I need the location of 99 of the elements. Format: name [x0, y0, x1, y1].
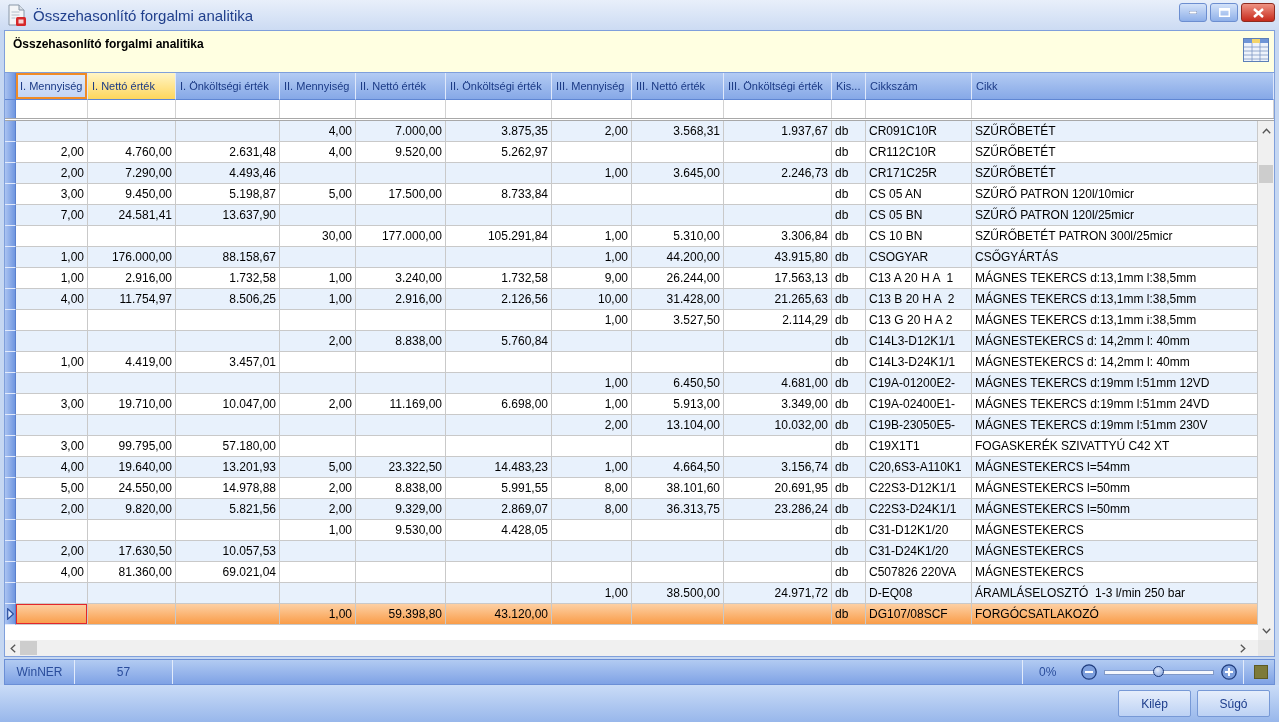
document-icon — [7, 4, 27, 26]
row-header[interactable] — [5, 268, 16, 289]
table-cell: FORGÓCSATLAKOZÓ — [972, 604, 1258, 625]
zoom-out-icon[interactable] — [1081, 664, 1097, 680]
status-label: 57 — [75, 660, 173, 684]
column-header[interactable]: III. Mennyiség — [552, 73, 632, 100]
table-cell: 59.398,80 — [356, 604, 446, 625]
table-cell: db — [832, 604, 866, 625]
row-pointer-icon — [6, 608, 14, 620]
help-button[interactable]: Súgó — [1197, 690, 1270, 717]
window-title: Összehasonlító forgalmi analitika — [33, 6, 254, 24]
table-row[interactable]: 1,00 4.419,00 3.457,01 db C14L3-D24K1/1 MÁGNESTEKERCS d: 14,2mm l: 40mm — [5, 352, 1258, 373]
column-header[interactable]: I. Mennyiség — [16, 73, 88, 100]
table-row[interactable]: 1,00 176.000,00 88.158,67 1,00 44.200,00 43.915,80 db CSOGYAR CSŐGYÁRTÁS — [5, 247, 1258, 268]
column-header[interactable]: I. Nettó érték — [88, 73, 176, 100]
column-header[interactable]: II. Nettó érték — [356, 73, 446, 100]
column-header[interactable]: I. Önköltségi érték — [176, 73, 280, 100]
table-cell: 1,00 — [280, 604, 356, 625]
horizontal-scrollbar[interactable] — [5, 640, 1258, 656]
table-row[interactable]: 5,00 24.550,00 14.978,88 2,00 8.838,00 5.991,55 8,00 38.101,60 20.691,95 db C22S3-D12K1/1 MÁGNESTEKERCS l=50mm — [5, 478, 1258, 499]
row-header[interactable] — [5, 352, 16, 373]
scrollbar-corner — [1258, 640, 1274, 656]
column-header[interactable]: Cikk — [972, 73, 1274, 100]
table-row[interactable]: 3,00 19.710,00 10.047,00 2,00 11.169,00 6.698,00 1,00 5.913,00 3.349,00 db C19A-02400E1- MÁGNES TEKERCS d:19mm l:51mm 24VD — [5, 394, 1258, 415]
exit-button[interactable]: Kilép — [1118, 690, 1191, 717]
chevron-down-icon[interactable] — [1261, 628, 1271, 634]
table-cell: 43.120,00 — [446, 604, 552, 625]
row-header[interactable] — [5, 499, 16, 520]
table-row[interactable]: 3,00 99.795,00 57.180,00 db C19X1T1 FOGASKERÉK SZIVATTYÚ C42 XT — [5, 436, 1258, 457]
table-row[interactable]: 1,00 2.916,00 1.732,58 1,00 3.240,00 1.732,58 9,00 26.244,00 17.563,13 db C13 A 20 H A 1 MÁGNES TEKERCS d:13,1mm l:38,5mm — [5, 268, 1258, 289]
chevron-left-icon[interactable] — [10, 643, 16, 653]
column-header[interactable]: II. Mennyiség — [280, 73, 356, 100]
table-row[interactable]: 4,00 19.640,00 13.201,93 5,00 23.322,50 14.483,23 1,00 4.664,50 3.156,74 db C20,6S3-A110K1 MÁGNESTEKERCS l=54mm — [5, 457, 1258, 478]
column-header[interactable]: Cikkszám — [866, 73, 972, 100]
row-header[interactable] — [5, 562, 16, 583]
close-button[interactable] — [1241, 3, 1275, 22]
row-header[interactable] — [5, 226, 16, 247]
maximize-icon — [1218, 8, 1230, 17]
row-header[interactable] — [5, 289, 16, 310]
row-header[interactable] — [5, 436, 16, 457]
close-icon — [1252, 7, 1264, 18]
row-header[interactable] — [5, 604, 16, 625]
table-row[interactable]: 7,00 24.581,41 13.637,90 db CS 05 BN SZŰRŐ PATRON 120l/25micr — [5, 205, 1258, 226]
table-row[interactable]: 4,00 81.360,00 69.021,04 db C507826 220VA MÁGNESTEKERCS — [5, 562, 1258, 583]
status-label: WinNER — [5, 660, 75, 684]
table-row[interactable]: 30,00 177.000,00 105.291,84 1,00 5.310,00 3.306,84 db CS 10 BN SZŰRŐBETÉT PATRON 300l/25micr — [5, 226, 1258, 247]
row-header[interactable] — [5, 121, 16, 142]
row-header[interactable] — [5, 184, 16, 205]
table-row[interactable]: 2,00 4.760,00 2.631,48 4,00 9.520,00 5.262,97 db CR112C10R SZŰRŐBETÉT — [5, 142, 1258, 163]
table-row[interactable]: 1,00 6.450,50 4.681,00 db C19A-01200E2- MÁGNES TEKERCS d:19mm l:51mm 12VD — [5, 373, 1258, 394]
table-cell: DG107/08SCF — [866, 604, 972, 625]
chevron-right-icon[interactable] — [1240, 643, 1246, 653]
table-row[interactable]: 3,00 9.450,00 5.198,87 5,00 17.500,00 8.733,84 db CS 05 AN SZŰRŐ PATRON 120l/10micr — [5, 184, 1258, 205]
scrollbar-thumb[interactable] — [1259, 165, 1273, 183]
minimize-button[interactable] — [1179, 3, 1207, 22]
table-row[interactable]: 1,00 38.500,00 24.971,72 db D-EQ08 ÁRAMLÁSELOSZTÓ 1-3 l/min 250 bar — [5, 583, 1258, 604]
scrollbar-thumb[interactable] — [20, 641, 37, 655]
row-header[interactable] — [5, 163, 16, 184]
minimize-icon — [1189, 11, 1197, 14]
zoom-slider-thumb[interactable] — [1153, 665, 1164, 677]
table-row[interactable]: 4,00 11.754,97 8.506,25 1,00 2.916,00 2.126,56 10,00 31.428,00 21.265,63 db C13 B 20 H A 2 MÁGNES TEKERCS d:13,1mm l:38,5mm — [5, 289, 1258, 310]
table-icon[interactable] — [1243, 38, 1269, 62]
column-header[interactable]: II. Önköltségi érték — [446, 73, 552, 100]
row-header[interactable] — [5, 478, 16, 499]
row-header[interactable] — [5, 457, 16, 478]
column-header[interactable]: III. Önköltségi érték — [724, 73, 832, 100]
table-row[interactable]: 2,00 17.630,50 10.057,53 db C31-D24K1/20 MÁGNESTEKERCS — [5, 541, 1258, 562]
zoom-in-icon[interactable] — [1221, 664, 1237, 680]
table-row[interactable]: 2,00 8.838,00 5.760,84 db C14L3-D12K1/1 MÁGNESTEKERCS d: 14,2mm l: 40mm — [5, 331, 1258, 352]
row-header[interactable] — [5, 415, 16, 436]
row-header[interactable] — [5, 583, 16, 604]
chevron-up-icon[interactable] — [1261, 128, 1271, 134]
column-header[interactable]: Kis... — [832, 73, 866, 100]
column-header[interactable]: III. Nettó érték — [632, 73, 724, 100]
maximize-button[interactable] — [1210, 3, 1238, 22]
current-cell[interactable] — [16, 604, 88, 625]
filter-row-header — [5, 100, 16, 118]
square-icon[interactable] — [1254, 665, 1268, 679]
table-row[interactable]: 4,00 7.000,00 3.875,35 2,00 3.568,31 1.937,67 db CR091C10R SZŰRŐBETÉT — [5, 121, 1258, 142]
row-header[interactable] — [5, 205, 16, 226]
row-header[interactable] — [5, 520, 16, 541]
row-header[interactable] — [5, 331, 16, 352]
table-row[interactable]: 2,00 9.820,00 5.821,56 2,00 9.329,00 2.869,07 8,00 36.313,75 23.286,24 db C22S3-D24K1/1 MÁGNESTEKERCS l=50mm — [5, 499, 1258, 520]
row-header[interactable] — [5, 541, 16, 562]
vertical-scrollbar[interactable] — [1258, 121, 1274, 640]
table-row[interactable]: 2,00 13.104,00 10.032,00 db C19B-23050E5- MÁGNES TEKERCS d:19mm l:51mm 230V — [5, 415, 1258, 436]
table-row[interactable]: 1,00 59.398,80 43.120,00 db DG107/08SCF FORGÓCSATLAKOZÓ — [5, 604, 1258, 625]
table-row[interactable]: 1,00 3.527,50 2.114,29 db C13 G 20 H A 2 MÁGNES TEKERCS d:13,1mm i:38,5mm — [5, 310, 1258, 331]
zoom-slider-track[interactable] — [1104, 669, 1214, 675]
row-header[interactable] — [5, 142, 16, 163]
table-row[interactable]: 1,00 9.530,00 4.428,05 db C31-D12K1/20 MÁGNESTEKERCS — [5, 520, 1258, 541]
panel-title: Összehasonlító forgalmi analitika — [13, 37, 204, 51]
header-corner — [5, 73, 16, 100]
row-header[interactable] — [5, 394, 16, 415]
row-header[interactable] — [5, 373, 16, 394]
zoom-percent: 0% — [1039, 665, 1058, 679]
row-header[interactable] — [5, 247, 16, 268]
table-row[interactable]: 2,00 7.290,00 4.493,46 1,00 3.645,00 2.246,73 db CR171C25R SZŰRŐBETÉT — [5, 163, 1258, 184]
row-header[interactable] — [5, 310, 16, 331]
